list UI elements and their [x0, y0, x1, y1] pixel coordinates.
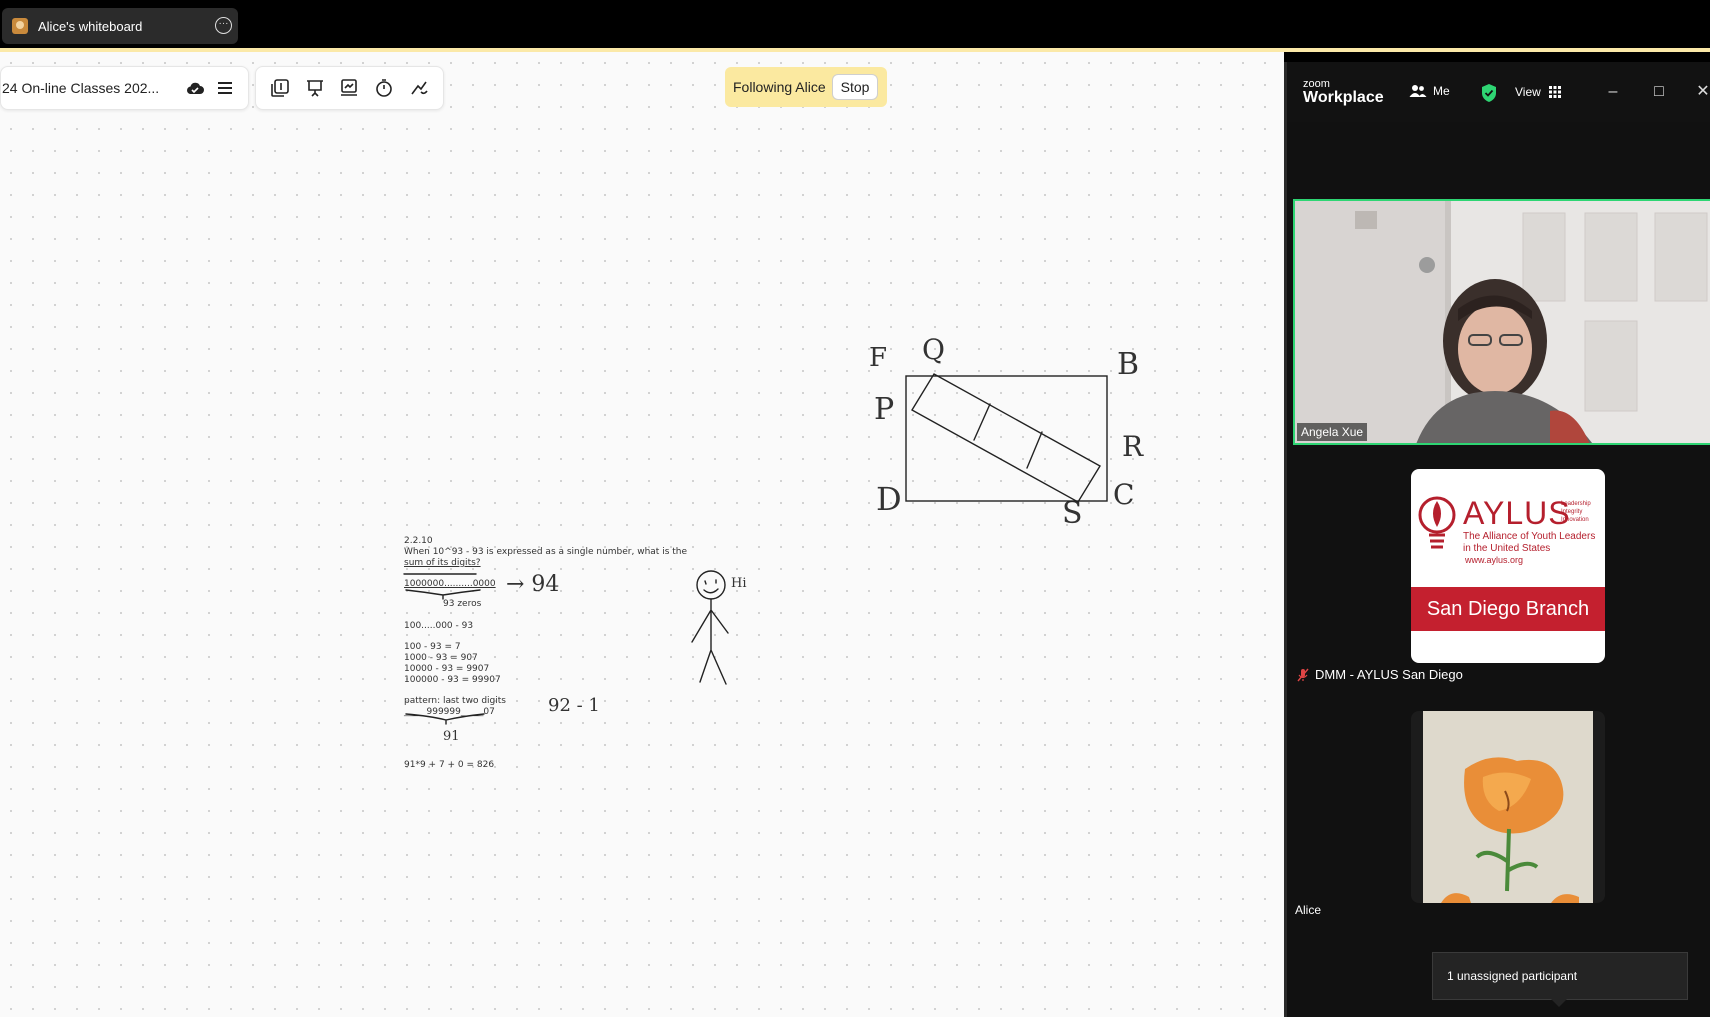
- stick-figure-head: [696, 570, 726, 600]
- example-line: 100 - 93 = 7: [404, 642, 461, 652]
- participant-name: Alice: [1295, 903, 1322, 917]
- zoom-header: zoom Workplace Me View – □ ✕: [1287, 62, 1710, 122]
- whiteboard-drawings: [403, 373, 1108, 725]
- view-button[interactable]: View: [1515, 85, 1561, 99]
- unassigned-participant-tooltip[interactable]: 1 unassigned participant: [1432, 952, 1688, 1007]
- aylus-tag: Integrity: [1561, 509, 1583, 515]
- label-r: R: [1122, 430, 1144, 463]
- security-shield-icon[interactable]: [1480, 83, 1498, 103]
- aylus-branch-banner: San Diego Branch: [1411, 587, 1605, 631]
- question-text: When 10^93 - 93 is expressed as a single…: [404, 547, 688, 557]
- cloud-saved-icon[interactable]: [180, 73, 210, 103]
- pattern-text: pattern: last two digits: [404, 696, 506, 706]
- muted-mic-icon: [1297, 668, 1309, 681]
- screen: Alice's whiteboard ··· 24 On-line Classe…: [0, 0, 1710, 1017]
- more-options-icon[interactable]: ···: [215, 17, 232, 34]
- participant-name: Angela Xue: [1297, 423, 1368, 441]
- example-line: 100000 - 93 = 99907: [404, 675, 501, 685]
- participants-button[interactable]: Me: [1409, 84, 1450, 98]
- board-tools: [255, 66, 444, 110]
- minimize-icon[interactable]: –: [1601, 80, 1625, 104]
- handwritten-92-minus-1: 92 - 1: [548, 695, 600, 716]
- timer-icon[interactable]: [369, 73, 399, 103]
- big-number-text: 1000000..........0000: [404, 579, 496, 589]
- label-d: D: [876, 480, 902, 518]
- zeros-brace: [405, 589, 481, 600]
- video-tile-angela[interactable]: Angela Xue: [1293, 199, 1710, 445]
- grid-view-icon: [1548, 86, 1561, 98]
- participants-label: Me: [1433, 84, 1450, 98]
- zeros-note: 93 zeros: [443, 599, 482, 609]
- participant-label-row: DMM - AYLUS San Diego: [1297, 667, 1463, 682]
- participants-icon: [1409, 85, 1427, 97]
- participant-video: [1295, 201, 1710, 443]
- board-name[interactable]: 24 On-line Classes 202...: [2, 80, 180, 96]
- zoom-logo-big: Workplace: [1303, 89, 1384, 106]
- aylus-tag: Leadership: [1561, 501, 1591, 507]
- rectangle-shape: [905, 375, 1108, 502]
- handwritten-91: 91: [443, 729, 460, 744]
- zoom-panel: zoom Workplace Me View – □ ✕ Angela Xue …: [1284, 62, 1710, 1017]
- handwritten-hi: Hi: [731, 576, 747, 591]
- stick-figure-body: [691, 598, 729, 685]
- problem-id: 2.2.10: [404, 536, 433, 546]
- label-q: Q: [922, 333, 945, 366]
- answer-text: 91*9 + 7 + 0 = 826: [404, 760, 495, 770]
- pattern-digits-text: _____999999_____07: [404, 707, 495, 717]
- aylus-tag: Innovation: [1561, 517, 1589, 523]
- torch-icon: [1418, 496, 1456, 549]
- alice-video-frame: [1411, 711, 1605, 903]
- pen-icon[interactable]: [404, 73, 434, 103]
- pages-icon[interactable]: [265, 73, 295, 103]
- handwritten-arrow-94: → 94: [506, 572, 560, 597]
- strip-tick-marks: [973, 403, 1043, 469]
- whiteboard-tab-title: Alice's whiteboard: [38, 18, 143, 34]
- participant-name: DMM - AYLUS San Diego: [1315, 667, 1463, 682]
- video-tile-alice[interactable]: Alice: [1293, 705, 1710, 927]
- window-top-bar: Alice's whiteboard ···: [0, 0, 1710, 48]
- video-tile-dmm[interactable]: AYLUS Leadership Integrity Innovation Th…: [1293, 463, 1710, 697]
- whiteboard-tab[interactable]: Alice's whiteboard ···: [2, 8, 238, 44]
- example-line: 1000 - 93 = 907: [404, 653, 478, 663]
- diagonal-strip-shape: [911, 373, 1101, 503]
- following-label: Following Alice: [733, 79, 826, 95]
- example-line: 10000 - 93 = 9907: [404, 664, 490, 674]
- subtraction-text: 100.....000 - 93: [404, 621, 474, 631]
- present-icon[interactable]: [300, 73, 330, 103]
- question-text: sum of its digits?: [404, 558, 481, 568]
- whiteboard-icon: [12, 18, 28, 34]
- aylus-line: The Alliance of Youth Leaders: [1463, 531, 1596, 542]
- participant-video: [1411, 711, 1605, 903]
- label-s: S: [1062, 496, 1083, 531]
- aylus-title: AYLUS: [1463, 495, 1571, 531]
- stop-following-button[interactable]: Stop: [831, 74, 879, 100]
- aylus-url: www.aylus.org: [1465, 555, 1524, 565]
- following-banner: Following Alice Stop: [725, 67, 887, 107]
- aylus-line: in the United States: [1463, 543, 1551, 554]
- label-p: P: [874, 392, 895, 427]
- aylus-logo-card: AYLUS Leadership Integrity Innovation Th…: [1411, 469, 1605, 663]
- stick-figure-face: [703, 579, 719, 594]
- view-label: View: [1515, 85, 1541, 99]
- label-b: B: [1117, 347, 1140, 382]
- board-toolbar: 24 On-line Classes 202...: [0, 66, 249, 110]
- templates-icon[interactable]: [334, 73, 364, 103]
- label-f: F: [869, 343, 888, 373]
- label-c: C: [1113, 478, 1135, 511]
- menu-icon[interactable]: [210, 73, 240, 103]
- close-icon[interactable]: ✕: [1691, 80, 1710, 104]
- whiteboard-canvas[interactable]: 24 On-line Classes 202... Following Alic…: [0, 52, 1284, 1017]
- maximize-icon[interactable]: □: [1647, 80, 1671, 104]
